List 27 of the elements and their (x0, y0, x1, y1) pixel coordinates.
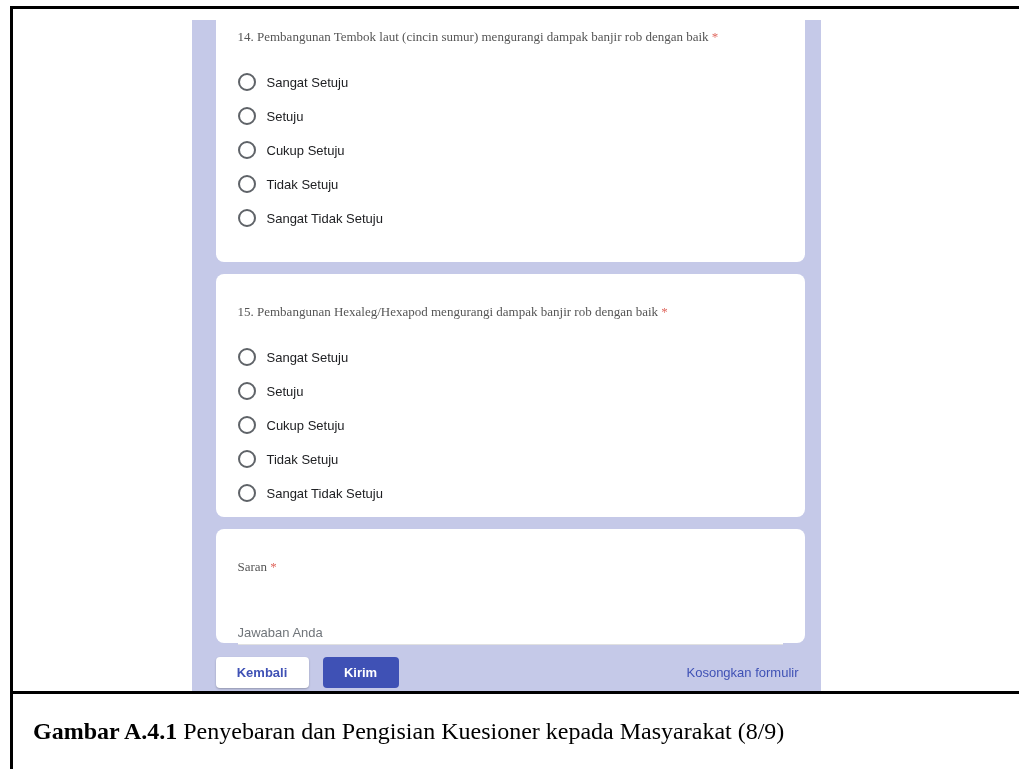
question-title: 15. Pembangunan Hexaleg/Hexapod mengurangi dampak banjir rob dengan baik * (237, 304, 669, 321)
radio-button[interactable] (237, 107, 256, 125)
option-label[interactable]: Sangat Tidak Setuju (266, 485, 383, 501)
radio-button[interactable] (237, 73, 256, 91)
radio-button[interactable] (237, 348, 256, 367)
option-label[interactable]: Sangat Tidak Setuju (266, 210, 383, 226)
clear-form-link[interactable]: Kosongkan formulir (686, 664, 799, 680)
option-label[interactable]: Tidak Setuju (266, 451, 339, 467)
radio-button[interactable] (237, 484, 256, 503)
option-label[interactable]: Setuju (266, 108, 304, 124)
submit-button[interactable]: Kirim (322, 656, 399, 688)
option-label[interactable]: Sangat Setuju (266, 74, 349, 90)
radio-button[interactable] (237, 382, 256, 401)
radio-button[interactable] (237, 209, 256, 227)
radio-button[interactable] (237, 175, 256, 193)
radio-button[interactable] (237, 141, 256, 159)
option-label[interactable]: Setuju (266, 383, 304, 399)
question-title: 14. Pembangunan Tembok laut (cincin sumur) mengurangi dampak banjir rob dengan baik * (237, 29, 720, 45)
option-label[interactable]: Tidak Setuju (266, 176, 339, 192)
back-button[interactable]: Kembali (215, 656, 309, 688)
radio-button[interactable] (237, 450, 256, 469)
radio-button[interactable] (237, 416, 256, 435)
option-label[interactable]: Sangat Setuju (266, 349, 349, 365)
option-label[interactable]: Cukup Setuju (266, 417, 345, 433)
option-label[interactable]: Cukup Setuju (266, 142, 345, 158)
question-title: Saran * (237, 558, 278, 575)
figure-caption: Gambar A.4.1 Penyebaran dan Pengisian Kuesioner kepada Masyarakat (8/9) (33, 718, 785, 745)
